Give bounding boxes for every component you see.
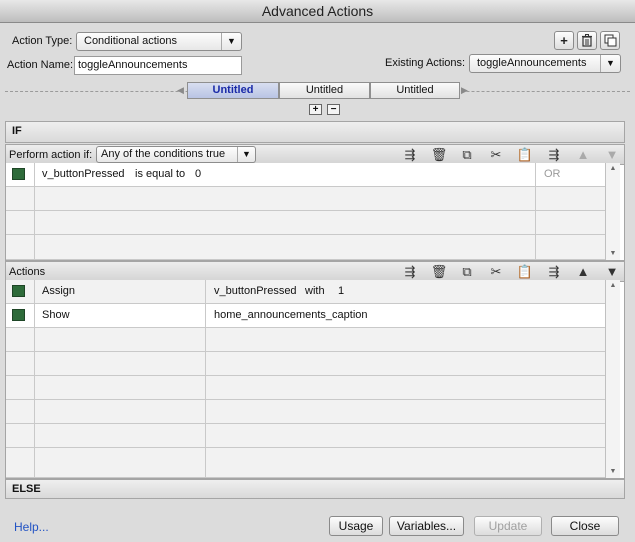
condition-variable: v_buttonPressed <box>42 168 125 180</box>
chevron-down-icon: ▼ <box>221 33 241 50</box>
existing-actions-label: Existing Actions: <box>385 57 466 69</box>
empty-action-row[interactable] <box>6 448 605 478</box>
action-command: Assign <box>42 285 76 297</box>
empty-action-row[interactable] <box>6 352 605 376</box>
action-value: 1 <box>338 285 345 297</box>
copy-icon[interactable]: ⧉ <box>458 262 476 282</box>
add-action-icon[interactable]: + <box>554 31 574 50</box>
column-divider <box>34 163 35 260</box>
insert-after-icon[interactable]: ⇶ <box>545 262 563 282</box>
if-header: IF <box>12 125 22 137</box>
action-name-label: Action Name: <box>7 59 74 71</box>
empty-condition-row[interactable] <box>6 235 605 260</box>
move-up-icon[interactable]: ▲ <box>574 145 592 165</box>
variables-button[interactable]: Variables... <box>389 516 464 536</box>
existing-actions-select[interactable]: toggleAnnouncements ▼ <box>469 54 621 73</box>
cut-icon[interactable]: ✂ <box>487 262 505 282</box>
duplicate-icon[interactable] <box>600 31 620 50</box>
paste-icon[interactable]: 📋 <box>516 145 534 165</box>
perform-action-select[interactable]: Any of the conditions true ▼ <box>96 146 256 163</box>
close-button[interactable]: Close <box>551 516 619 536</box>
empty-condition-row[interactable] <box>6 211 605 235</box>
tabs-left-arrow-icon[interactable]: ◀ <box>177 85 184 96</box>
action-type-value: Conditional actions <box>84 35 177 47</box>
scroll-up-icon[interactable]: ▲ <box>606 163 620 175</box>
column-divider <box>535 163 536 260</box>
scroll-up-icon[interactable]: ▲ <box>606 280 620 292</box>
action-type-label: Action Type: <box>12 35 73 47</box>
if-section <box>5 121 625 143</box>
condition-value: 0 <box>195 168 202 180</box>
tabs-right-arrow-icon[interactable]: ▶ <box>461 85 468 96</box>
perform-action-label: Perform action if: <box>9 149 93 161</box>
add-decision-icon[interactable]: + <box>309 104 322 115</box>
tab-untitled-1[interactable]: Untitled <box>187 82 279 99</box>
condition-logic[interactable]: OR <box>544 163 561 186</box>
action-target: home_announcements_caption <box>214 309 368 321</box>
move-down-icon[interactable]: ▼ <box>603 262 621 282</box>
window-title: Advanced Actions <box>0 0 635 23</box>
condition-row[interactable]: v_buttonPressed is equal to 0 OR <box>6 163 605 187</box>
move-up-icon[interactable]: ▲ <box>574 262 592 282</box>
chevron-down-icon: ▼ <box>600 55 620 72</box>
else-header: ELSE <box>12 483 41 495</box>
empty-action-row[interactable] <box>6 376 605 400</box>
actions-header-label: Actions <box>9 266 46 278</box>
chevron-down-icon: ▼ <box>237 147 255 162</box>
action-row[interactable]: Assign v_buttonPressed with 1 <box>6 280 605 304</box>
insert-row-icon[interactable]: ⇶ <box>401 145 419 165</box>
column-divider <box>205 280 206 478</box>
existing-actions-value: toggleAnnouncements <box>477 57 587 69</box>
help-link[interactable]: Help... <box>14 520 49 534</box>
empty-action-row[interactable] <box>6 400 605 424</box>
actions-scrollbar[interactable]: ▲ ▼ <box>605 280 620 478</box>
column-divider <box>34 280 35 478</box>
scroll-down-icon[interactable]: ▼ <box>606 248 620 260</box>
move-down-icon[interactable]: ▼ <box>603 145 621 165</box>
row-status-swatch <box>12 309 25 321</box>
else-section[interactable] <box>5 479 625 499</box>
empty-action-row[interactable] <box>6 328 605 352</box>
scroll-down-icon[interactable]: ▼ <box>606 466 620 478</box>
trash-icon[interactable]: 🗑 <box>430 145 448 165</box>
action-name-field[interactable]: toggleAnnouncements <box>74 56 242 75</box>
trash-icon[interactable]: 🗑 <box>430 262 448 282</box>
conditions-scrollbar[interactable]: ▲ ▼ <box>605 163 620 260</box>
row-status-swatch <box>12 285 25 297</box>
action-command: Show <box>42 309 70 321</box>
action-row[interactable]: Show home_announcements_caption <box>6 304 605 328</box>
cut-icon[interactable]: ✂ <box>487 145 505 165</box>
empty-action-row[interactable] <box>6 424 605 448</box>
usage-button[interactable]: Usage <box>329 516 383 536</box>
update-button[interactable]: Update <box>474 516 542 536</box>
perform-action-value: Any of the conditions true <box>101 148 226 160</box>
copy-icon[interactable]: ⧉ <box>458 145 476 165</box>
tab-untitled-3[interactable]: Untitled <box>370 82 460 99</box>
row-status-swatch <box>12 168 25 180</box>
action-with-label: with <box>305 285 325 297</box>
tab-untitled-2[interactable]: Untitled <box>279 82 370 99</box>
condition-operator: is equal to <box>135 168 186 180</box>
empty-condition-row[interactable] <box>6 187 605 211</box>
action-type-select[interactable]: Conditional actions ▼ <box>76 32 242 51</box>
insert-row-icon[interactable]: ⇶ <box>401 262 419 282</box>
insert-after-icon[interactable]: ⇶ <box>545 145 563 165</box>
paste-icon[interactable]: 📋 <box>516 262 534 282</box>
remove-decision-icon[interactable]: − <box>327 104 340 115</box>
action-target: v_buttonPressed <box>214 285 297 297</box>
trash-icon[interactable] <box>577 31 597 50</box>
